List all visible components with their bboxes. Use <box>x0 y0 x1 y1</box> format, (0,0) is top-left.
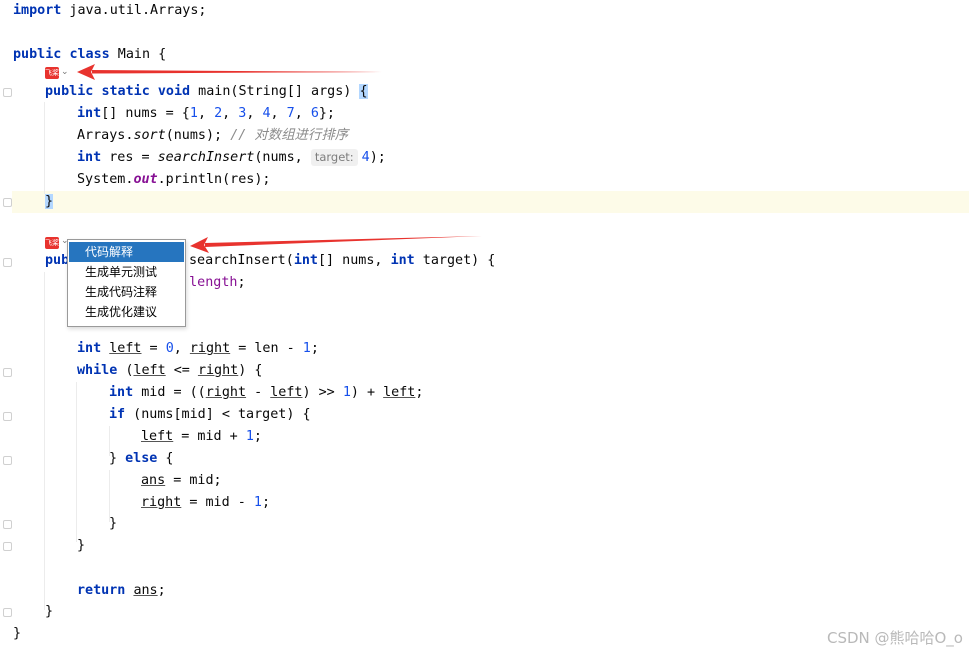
annotation-arrow-bottom-line <box>205 236 482 247</box>
watermark: CSDN @熊哈哈O_o <box>826 629 963 647</box>
annotation-arrows <box>77 64 482 253</box>
